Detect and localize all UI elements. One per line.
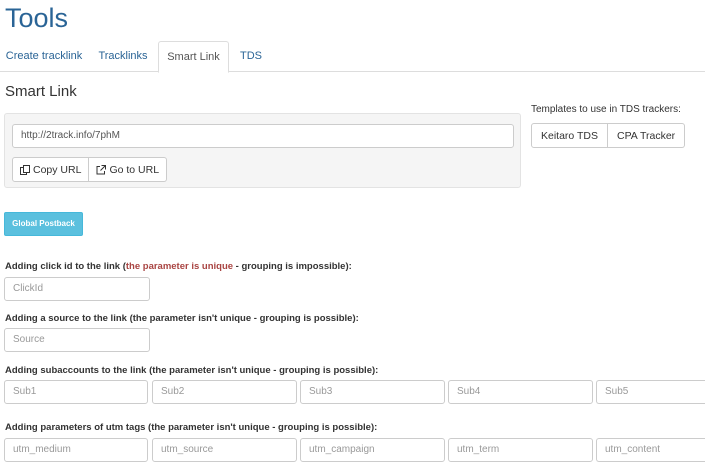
source-input[interactable]: Source [4, 328, 150, 352]
sub5-input[interactable]: Sub5 [596, 380, 705, 404]
subaccounts-label: Adding subaccounts to the link (the para… [5, 365, 379, 376]
smart-link-panel: http://2track.info/7phM Copy URL Go to U… [4, 113, 521, 188]
page-title: Tools [5, 3, 69, 33]
sub2-input[interactable]: Sub2 [152, 380, 297, 404]
go-to-url-button[interactable]: Go to URL [89, 157, 168, 182]
url-actions: Copy URL Go to URL [12, 157, 168, 182]
section-title: Smart Link [5, 83, 77, 100]
tabs-bar: Create tracklink Tracklinks Smart Link T… [0, 41, 705, 73]
copy-icon [20, 164, 30, 175]
tds-template-buttons: Keitaro TDS CPA Tracker [531, 123, 686, 148]
external-link-icon [96, 164, 107, 174]
utm-source-input[interactable]: utm_source [152, 438, 297, 462]
source-label: Adding a source to the link (the paramet… [5, 313, 359, 324]
clickid-label: Adding click id to the link (the paramet… [5, 261, 352, 272]
tab-tds[interactable]: TDS [229, 41, 273, 72]
utm-label: Adding parameters of utm tags (the param… [5, 422, 378, 433]
cpa-tracker-button[interactable]: CPA Tracker [608, 123, 686, 148]
tab-tracklinks[interactable]: Tracklinks [88, 41, 158, 72]
sub4-input[interactable]: Sub4 [448, 380, 593, 404]
clickid-label-post: - grouping is impossible): [233, 261, 352, 272]
keitaro-tds-button[interactable]: Keitaro TDS [531, 123, 608, 148]
utm-campaign-input[interactable]: utm_campaign [300, 438, 445, 462]
tab-smart-link[interactable]: Smart Link [158, 41, 229, 73]
sub3-input[interactable]: Sub3 [300, 380, 445, 404]
copy-url-button[interactable]: Copy URL [12, 157, 90, 182]
tab-create-tracklink[interactable]: Create tracklink [0, 41, 88, 72]
smart-link-url-field[interactable]: http://2track.info/7phM [12, 124, 514, 148]
copy-url-label: Copy URL [33, 163, 82, 176]
clickid-label-warning: the parameter is unique [125, 261, 234, 272]
utm-medium-input[interactable]: utm_medium [4, 438, 148, 462]
global-postback-button[interactable]: Global Postback [4, 212, 83, 236]
utm-term-input[interactable]: utm_term [448, 438, 593, 462]
clickid-label-pre: Adding click id to the link ( [5, 261, 126, 272]
clickid-input[interactable]: ClickId [4, 277, 150, 301]
tds-templates-label: Templates to use in TDS trackers: [531, 104, 681, 115]
utm-content-input[interactable]: utm_content [596, 438, 705, 462]
sub1-input[interactable]: Sub1 [4, 380, 148, 404]
go-to-url-label: Go to URL [109, 163, 160, 176]
